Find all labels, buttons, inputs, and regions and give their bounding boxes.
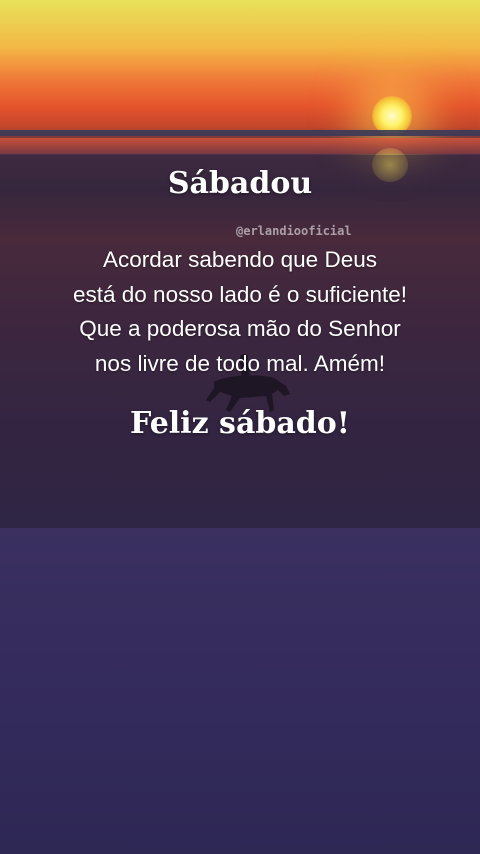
closing-greeting: Feliz sábado! — [130, 406, 350, 441]
message-line: Acordar sabendo que Deus — [103, 247, 377, 272]
message-line: nos livre de todo mal. Amém! — [94, 350, 386, 376]
page-title: Sábadou — [167, 166, 313, 201]
watermark: @erlandiooficial — [236, 224, 352, 238]
text-overlay: Sábadou @erlandiooficial Acordar sabendo… — [0, 0, 480, 528]
message-line: Que a poderosa mão do Senhor — [79, 316, 401, 341]
lower-background — [0, 528, 480, 854]
message: Acordar sabendo que Deus está do nosso l… — [20, 243, 460, 381]
message-line: está do nosso lado é o suficiente! — [73, 281, 407, 307]
